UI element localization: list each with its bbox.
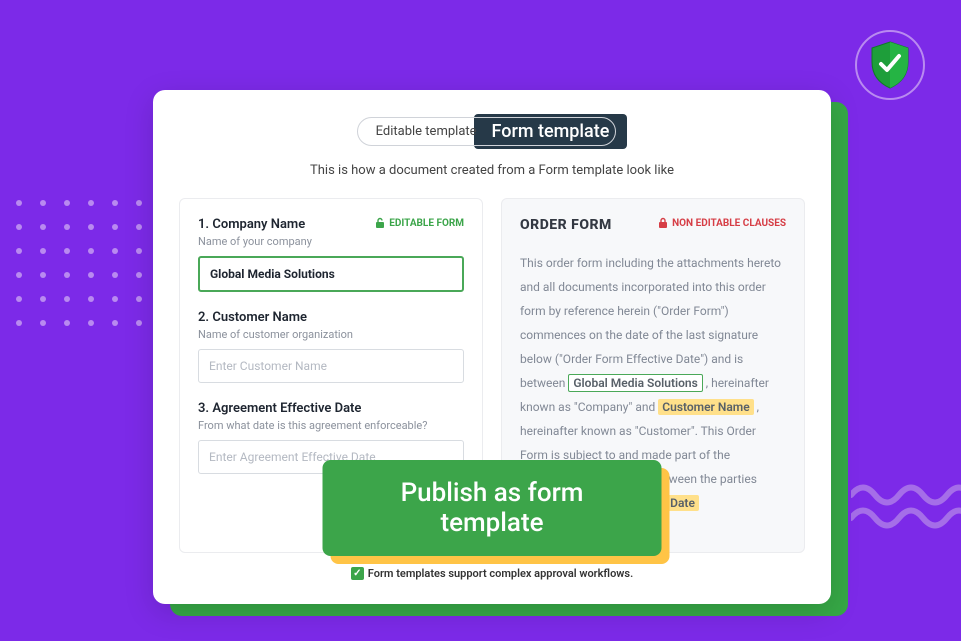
check-icon: ✓ xyxy=(351,567,364,580)
order-text-p1: This order form including the attachment… xyxy=(520,256,781,390)
non-editable-badge-label: NON EDITABLE CLAUSES xyxy=(672,218,786,229)
customer-name-input[interactable] xyxy=(198,349,464,383)
shield-check-icon xyxy=(868,40,912,90)
field-sub: Name of your company xyxy=(198,235,464,248)
footer-note: ✓ Form templates support complex approva… xyxy=(179,567,805,580)
highlight-customer: Customer Name xyxy=(658,399,753,415)
tab-editable-label: Editable template xyxy=(376,124,477,139)
decorative-dots-left xyxy=(16,200,146,330)
field-sub: From what date is this agreement enforce… xyxy=(198,419,464,432)
publish-button-wrap: Publish as form template xyxy=(323,460,662,556)
subtitle-text: This is how a document created from a Fo… xyxy=(179,163,805,178)
unlock-icon xyxy=(375,217,385,229)
field-sub: Name of customer organization xyxy=(198,328,464,341)
decorative-waves-right xyxy=(851,480,961,530)
editable-badge-label: EDITABLE FORM xyxy=(389,218,464,229)
tab-editable-template[interactable]: Editable template xyxy=(357,117,616,146)
publish-button-label: Publish as form template xyxy=(401,478,584,538)
highlight-company: Global Media Solutions xyxy=(568,374,702,392)
footer-note-text: Form templates support complex approval … xyxy=(368,567,633,580)
field-title: 3. Agreement Effective Date xyxy=(198,401,464,416)
shield-badge xyxy=(855,30,925,100)
field-title: 2. Customer Name xyxy=(198,310,464,325)
main-card: Editable template Form template This is … xyxy=(153,90,831,604)
company-name-input[interactable] xyxy=(198,256,464,292)
field-customer-name: 2. Customer Name Name of customer organi… xyxy=(198,310,464,383)
lock-icon xyxy=(658,217,668,229)
editable-form-badge: EDITABLE FORM xyxy=(375,217,464,229)
publish-button[interactable]: Publish as form template xyxy=(323,460,662,556)
tabs-row: Editable template Form template xyxy=(179,114,805,149)
non-editable-badge: NON EDITABLE CLAUSES xyxy=(658,217,786,229)
